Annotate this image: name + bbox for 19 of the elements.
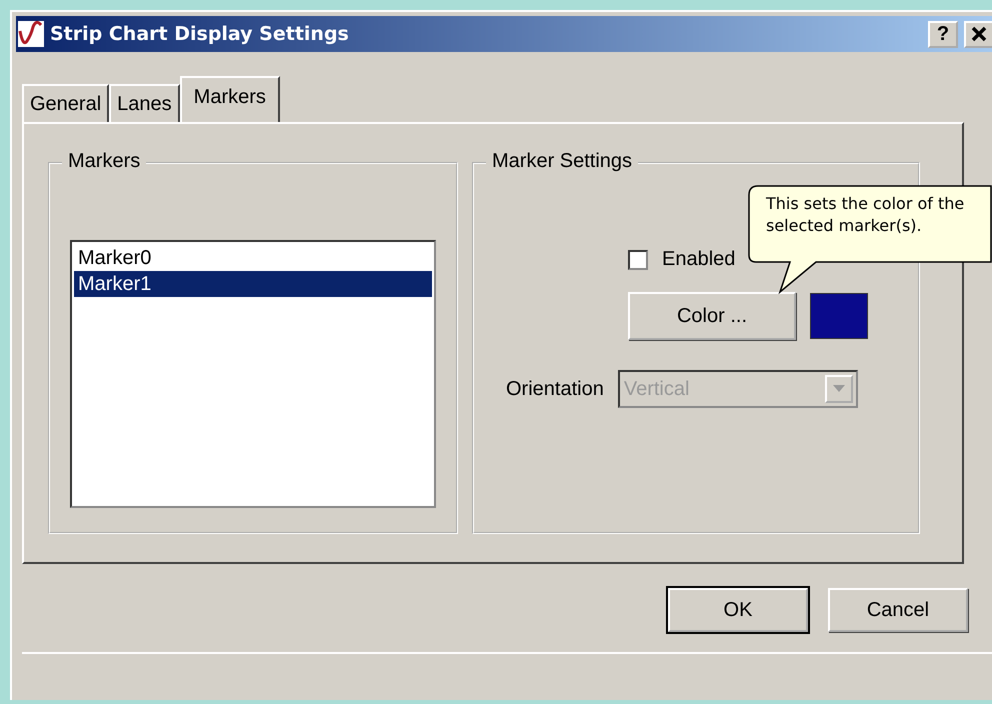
group-title: Marker Settings [486, 150, 638, 173]
dropdown-arrow-icon [832, 385, 845, 393]
checkbox[interactable] [628, 250, 648, 270]
close-button[interactable] [964, 20, 992, 48]
tab[interactable]: Markers [180, 76, 280, 122]
checkbox-label: Enabled [662, 248, 736, 271]
help-button[interactable]: ? [928, 20, 958, 48]
close-icon [971, 26, 987, 42]
color-button[interactable]: Color ... [628, 292, 796, 340]
list-item[interactable]: Marker0 [74, 245, 432, 271]
tab[interactable]: Lanes [109, 84, 180, 122]
dialog-button[interactable]: OK [668, 588, 808, 632]
window-title: Strip Chart Display Settings [50, 23, 350, 45]
tab[interactable]: General [22, 84, 110, 122]
waveform-icon [18, 21, 44, 47]
dialog-button[interactable]: Cancel [828, 588, 968, 632]
orientation-label: Orientation [506, 378, 604, 400]
tooltip-text: This sets the color of the selected marker(s). [766, 193, 966, 237]
list-item[interactable]: Marker1 [74, 271, 432, 297]
